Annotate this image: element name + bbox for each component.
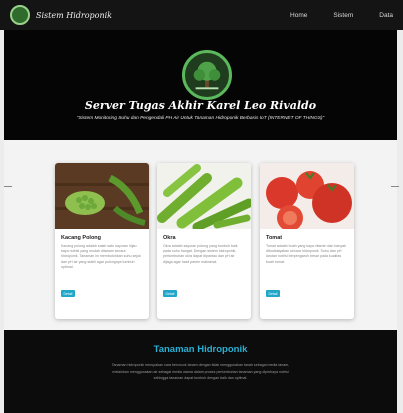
tomato-photo bbox=[260, 163, 354, 229]
hero-section: Server Tugas Akhir Karel Leo Rivaldo "Si… bbox=[4, 30, 397, 140]
brand-name: Sistem Hidroponik bbox=[36, 10, 113, 20]
nav-link-home[interactable]: Home bbox=[290, 12, 307, 19]
card-detail-button[interactable]: Detail bbox=[61, 290, 75, 297]
okra-photo bbox=[157, 163, 251, 229]
nav-links: Home Sistem Data bbox=[290, 12, 393, 19]
footer-text: Tanaman hidroponik merupakan cara bercoc… bbox=[111, 363, 290, 381]
card-title: Okra bbox=[163, 235, 176, 241]
card-text: Kacang polong adalah salah satu sayuran … bbox=[61, 244, 141, 269]
nav-link-sistem[interactable]: Sistem bbox=[333, 12, 353, 19]
card-text: Tomat adalah buah yang kaya vitamin dan … bbox=[266, 244, 346, 264]
peas-photo bbox=[55, 163, 149, 229]
card-text: Okra adalah sayuran polong yang tumbuh b… bbox=[163, 244, 238, 264]
carousel-next-mark[interactable] bbox=[391, 186, 399, 187]
navbar: Sistem Hidroponik Home Sistem Data bbox=[0, 0, 403, 30]
brand[interactable]: Sistem Hidroponik bbox=[10, 5, 112, 25]
card-title: Tomat bbox=[266, 235, 283, 241]
card-kacang-polong: Kacang Polong Kacang polong adalah salah… bbox=[55, 163, 149, 319]
card-tomat: Tomat Tomat adalah buah yang kaya vitami… bbox=[260, 163, 354, 319]
tree-icon bbox=[193, 61, 221, 90]
hero-subtitle: "Sistem Monitoring Suhu dan Pengendali P… bbox=[76, 116, 325, 121]
hero-title: Server Tugas Akhir Karel Leo Rivaldo bbox=[84, 99, 317, 112]
footer-title: Tanaman Hidroponik bbox=[153, 344, 248, 355]
nav-link-data[interactable]: Data bbox=[379, 12, 393, 19]
carousel-prev-mark[interactable] bbox=[4, 186, 12, 187]
brand-logo-icon bbox=[10, 5, 30, 25]
card-okra: Okra Okra adalah sayuran polong yang tum… bbox=[157, 163, 251, 319]
card-detail-button[interactable]: Detail bbox=[266, 290, 280, 297]
card-detail-button[interactable]: Detail bbox=[163, 290, 177, 297]
tree-logo-icon bbox=[182, 50, 232, 100]
card-title: Kacang Polong bbox=[61, 235, 102, 241]
footer-section: Tanaman Hidroponik Tanaman hidroponik me… bbox=[4, 330, 397, 413]
